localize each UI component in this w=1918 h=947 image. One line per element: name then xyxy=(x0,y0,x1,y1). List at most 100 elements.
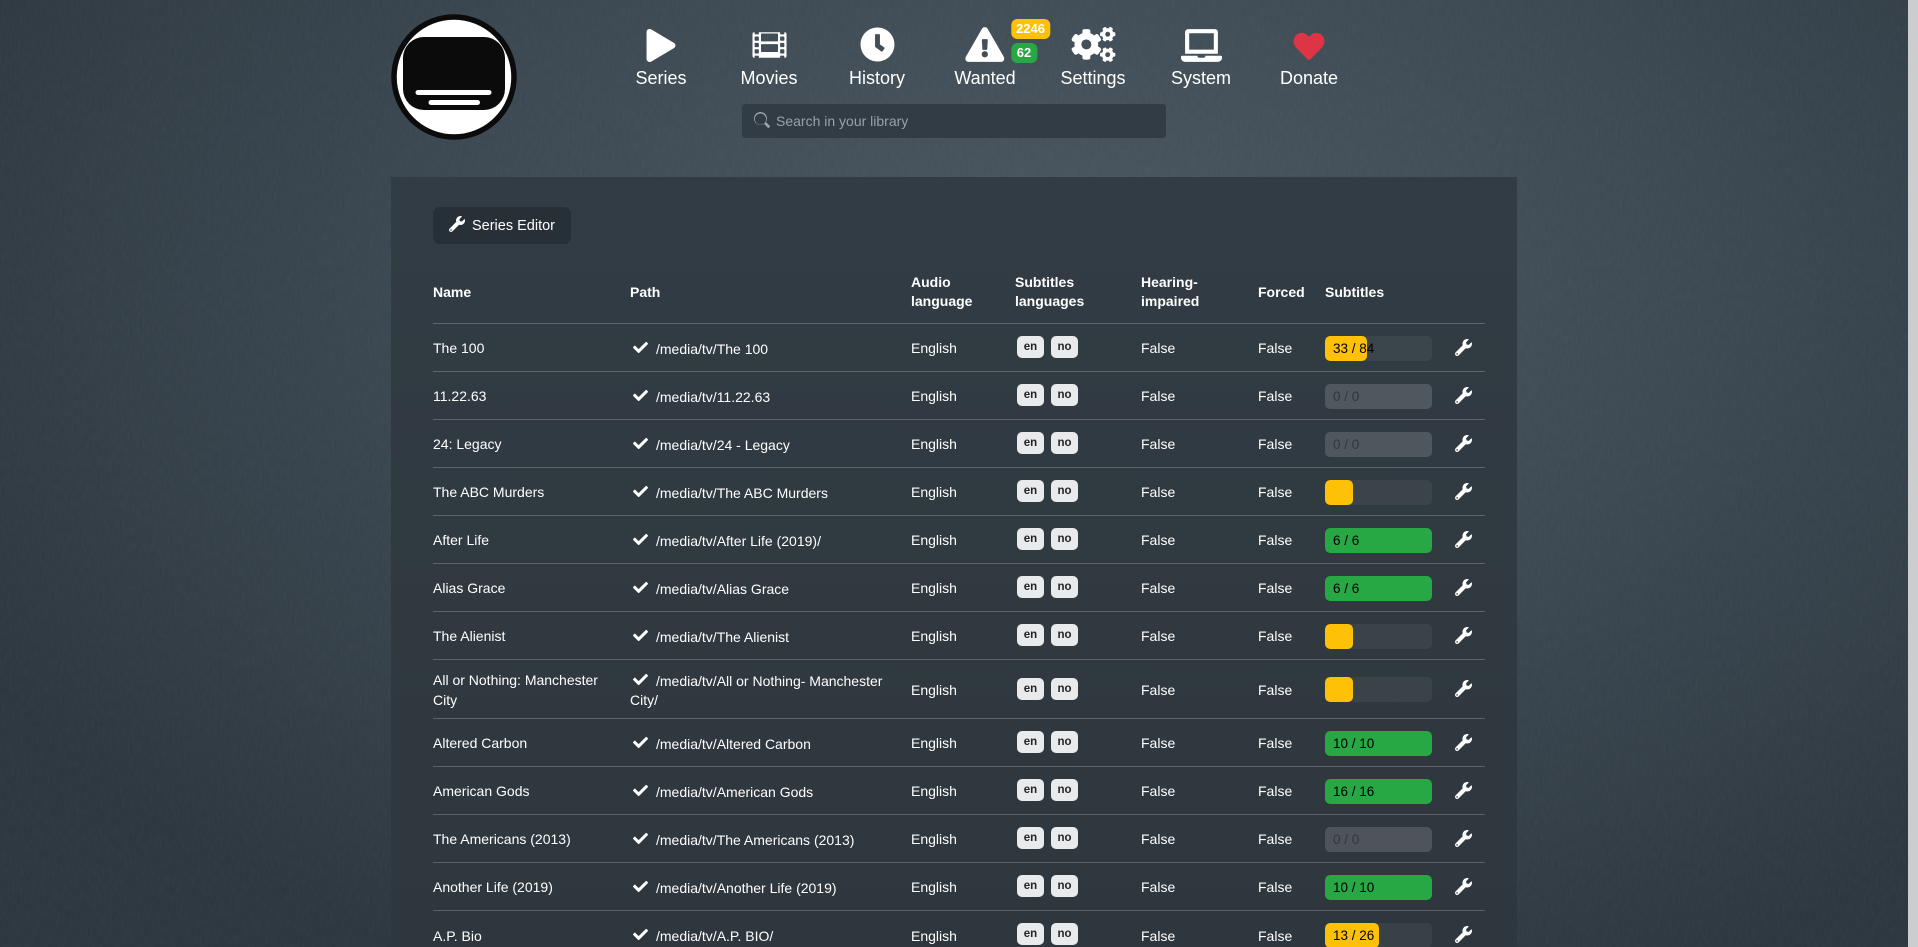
audio-language: English xyxy=(911,323,1015,371)
edit-series-button[interactable] xyxy=(1455,926,1472,943)
hearing-impaired: False xyxy=(1141,718,1258,766)
subtitles-cell xyxy=(1325,659,1446,718)
series-name[interactable]: Altered Carbon xyxy=(433,718,630,766)
column-header: Hearing-impaired xyxy=(1141,262,1258,323)
nav-item-system[interactable]: System xyxy=(1171,23,1231,89)
subtitles-cell: 0 / 0 xyxy=(1325,814,1446,862)
language-badge: en xyxy=(1017,432,1044,454)
actions-cell xyxy=(1446,563,1485,611)
hearing-impaired: False xyxy=(1141,814,1258,862)
progress-label: 6 / 6 xyxy=(1333,576,1359,601)
edit-series-button[interactable] xyxy=(1455,579,1472,596)
nav-label-wanted: Wanted xyxy=(954,68,1015,89)
series-name[interactable]: Another Life (2019) xyxy=(433,862,630,910)
edit-series-button[interactable] xyxy=(1455,435,1472,452)
header-row: NamePathAudio languageSubtitles language… xyxy=(433,262,1485,323)
edit-series-button[interactable] xyxy=(1455,878,1472,895)
subtitles-languages: enno xyxy=(1015,611,1141,659)
column-header: Name xyxy=(433,262,630,323)
hearing-impaired: False xyxy=(1141,611,1258,659)
series-row: 24: Legacy/media/tv/24 - LegacyEnglishen… xyxy=(433,419,1485,467)
series-editor-button[interactable]: Series Editor xyxy=(433,207,571,244)
series-name[interactable]: After Life xyxy=(433,515,630,563)
series-path: /media/tv/The ABC Murders xyxy=(630,467,911,515)
edit-series-button[interactable] xyxy=(1455,680,1472,697)
actions-cell xyxy=(1446,659,1485,718)
series-row: The Americans (2013)/media/tv/The Americ… xyxy=(433,814,1485,862)
subtitles-languages: enno xyxy=(1015,718,1141,766)
page-scrollbar[interactable] xyxy=(1908,0,1918,947)
nav-item-history[interactable]: History xyxy=(849,23,905,89)
hearing-impaired: False xyxy=(1141,515,1258,563)
series-row: Alias Grace/media/tv/Alias GraceEnglishe… xyxy=(433,563,1485,611)
edit-series-button[interactable] xyxy=(1455,830,1472,847)
edit-series-button[interactable] xyxy=(1455,483,1472,500)
series-path: /media/tv/The 100 xyxy=(630,323,911,371)
series-name[interactable]: A.P. Bio xyxy=(433,910,630,947)
series-path: /media/tv/American Gods xyxy=(630,766,911,814)
series-row: Altered Carbon/media/tv/Altered CarbonEn… xyxy=(433,718,1485,766)
nav-item-movies[interactable]: Movies xyxy=(740,23,797,89)
series-name[interactable]: 24: Legacy xyxy=(433,419,630,467)
edit-series-button[interactable] xyxy=(1455,782,1472,799)
nav-item-series[interactable]: Series xyxy=(635,23,686,89)
edit-series-button[interactable] xyxy=(1455,387,1472,404)
table-header: NamePathAudio languageSubtitles language… xyxy=(433,262,1485,323)
hearing-impaired: False xyxy=(1141,766,1258,814)
series-name[interactable]: The Alienist xyxy=(433,611,630,659)
nav-label-movies: Movies xyxy=(740,68,797,89)
subtitles-progress: 10 / 10 xyxy=(1325,875,1432,900)
progress-label: 16 / 16 xyxy=(1333,779,1374,804)
nav-badges: 224662 xyxy=(1011,19,1050,63)
series-name[interactable]: All or Nothing: Manchester City xyxy=(433,659,630,718)
actions-cell xyxy=(1446,371,1485,419)
edit-series-button[interactable] xyxy=(1455,531,1472,548)
actions-cell xyxy=(1446,515,1485,563)
progress-fill xyxy=(1325,677,1353,702)
bazarr-logo[interactable] xyxy=(391,14,518,141)
series-name[interactable]: Alias Grace xyxy=(433,563,630,611)
language-badge: no xyxy=(1051,731,1078,753)
series-name[interactable]: 11.22.63 xyxy=(433,371,630,419)
subtitles-cell: 6 / 6 xyxy=(1325,563,1446,611)
forced: False xyxy=(1258,323,1325,371)
language-badge: en xyxy=(1017,528,1044,550)
edit-series-button[interactable] xyxy=(1455,627,1472,644)
series-row: Another Life (2019)/media/tv/Another Lif… xyxy=(433,862,1485,910)
hearing-impaired: False xyxy=(1141,323,1258,371)
series-name[interactable]: The Americans (2013) xyxy=(433,814,630,862)
series-name[interactable]: The 100 xyxy=(433,323,630,371)
audio-language: English xyxy=(911,659,1015,718)
edit-series-button[interactable] xyxy=(1455,339,1472,356)
play-icon xyxy=(647,27,676,65)
subtitles-languages: enno xyxy=(1015,563,1141,611)
forced: False xyxy=(1258,659,1325,718)
subtitles-languages: enno xyxy=(1015,862,1141,910)
actions-cell xyxy=(1446,611,1485,659)
laptop-icon xyxy=(1180,27,1221,65)
wanted-badge-yellow: 2246 xyxy=(1011,19,1050,39)
nav-item-settings[interactable]: Settings xyxy=(1060,23,1125,89)
nav-item-wanted[interactable]: 224662Wanted xyxy=(954,23,1015,89)
subtitles-cell xyxy=(1325,467,1446,515)
series-name[interactable]: American Gods xyxy=(433,766,630,814)
progress-label: 13 / 26 xyxy=(1333,923,1374,947)
forced: False xyxy=(1258,814,1325,862)
progress-label: 10 / 10 xyxy=(1333,875,1374,900)
language-badge: no xyxy=(1051,875,1078,897)
check-icon xyxy=(633,630,648,646)
column-header: Subtitles languages xyxy=(1015,262,1141,323)
subtitles-progress: 6 / 6 xyxy=(1325,528,1432,553)
series-name[interactable]: The ABC Murders xyxy=(433,467,630,515)
actions-cell xyxy=(1446,419,1485,467)
search-input[interactable] xyxy=(776,113,1154,129)
subtitles-cell: 6 / 6 xyxy=(1325,515,1446,563)
nav-item-donate[interactable]: Donate xyxy=(1280,23,1338,89)
series-path: /media/tv/Another Life (2019) xyxy=(630,862,911,910)
forced: False xyxy=(1258,563,1325,611)
progress-label: 0 / 0 xyxy=(1333,432,1359,457)
language-badge: en xyxy=(1017,827,1044,849)
hearing-impaired: False xyxy=(1141,563,1258,611)
edit-series-button[interactable] xyxy=(1455,734,1472,751)
check-icon xyxy=(633,582,648,598)
